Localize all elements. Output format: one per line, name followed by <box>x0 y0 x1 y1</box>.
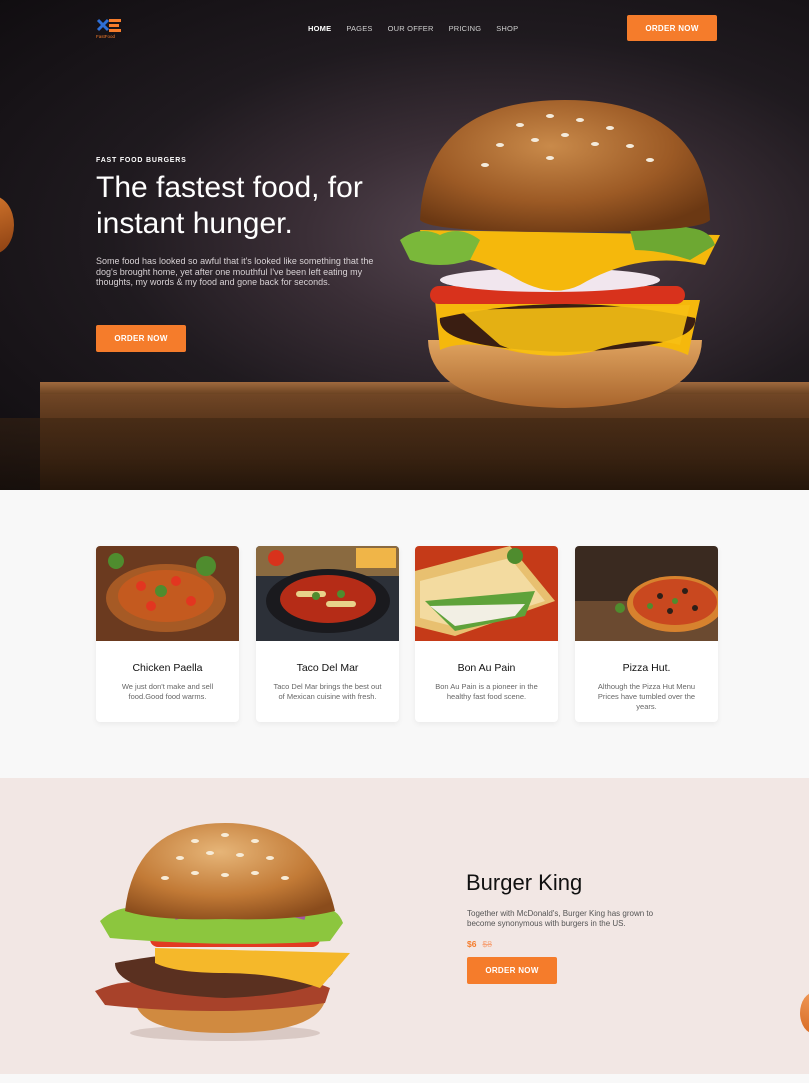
card-description: Taco Del Mar brings the best out of Mexi… <box>273 682 382 701</box>
svg-text:FastFood: FastFood <box>96 34 116 39</box>
card-description: Bon Au Pain is a pioneer in the healthy … <box>435 682 538 701</box>
bon-au-pain-image <box>415 546 558 641</box>
hero-kicker: FAST FOOD BURGERS <box>96 157 187 164</box>
brand-logo[interactable]: FastFood <box>96 17 126 39</box>
card-pizza-hut[interactable]: Pizza Hut. Although the Pizza Hut Menu P… <box>575 546 718 722</box>
hero-section: FastFood HOME PAGES OUR OFFER PRICING SH… <box>0 0 809 490</box>
hero-description: Some food has looked so awful that it's … <box>96 256 374 287</box>
table-surface <box>0 418 809 490</box>
taco-del-mar-image <box>256 546 399 641</box>
menu-cards-section: Chicken Paella We just don't make and se… <box>0 490 809 778</box>
main-nav: HOME PAGES OUR OFFER PRICING SHOP <box>308 24 533 33</box>
logo-icon: FastFood <box>96 18 121 39</box>
header-order-now-button[interactable]: ORDER NOW <box>627 15 717 41</box>
feature-order-now-button[interactable]: ORDER NOW <box>467 957 557 984</box>
card-taco-del-mar[interactable]: Taco Del Mar Taco Del Mar brings the bes… <box>256 546 399 722</box>
pizza-hut-image <box>575 546 718 641</box>
card-description: Although the Pizza Hut Menu Prices have … <box>597 682 696 711</box>
hero-order-now-button[interactable]: ORDER NOW <box>96 325 186 352</box>
burger-king-image <box>95 823 350 1041</box>
hero-burger-image <box>400 100 720 408</box>
nav-home[interactable]: HOME <box>308 24 331 33</box>
chicken-paella-image <box>96 546 239 641</box>
decorative-orange-shape <box>0 196 14 254</box>
featured-offer-section: Burger King Together with McDonald's, Bu… <box>0 778 809 1074</box>
nav-our-offer[interactable]: OUR OFFER <box>388 24 434 33</box>
old-price: $8 <box>482 939 492 949</box>
nav-shop[interactable]: SHOP <box>496 24 518 33</box>
card-bon-au-pain[interactable]: Bon Au Pain Bon Au Pain is a pioneer in … <box>415 546 558 722</box>
card-title: Pizza Hut. <box>622 662 671 674</box>
card-title: Chicken Paella <box>132 662 203 674</box>
decorative-orange-shape-right <box>800 992 809 1034</box>
nav-pages[interactable]: PAGES <box>346 24 372 33</box>
feature-description: Together with McDonald's, Burger King ha… <box>467 909 654 928</box>
card-title: Taco Del Mar <box>296 662 359 674</box>
feature-price: $6 $8 <box>467 939 492 949</box>
hero-title: The fastest food, for instant hunger. <box>96 171 363 240</box>
feature-title: Burger King <box>466 870 583 895</box>
card-chicken-paella[interactable]: Chicken Paella We just don't make and se… <box>96 546 239 722</box>
current-price: $6 <box>467 939 477 949</box>
nav-pricing[interactable]: PRICING <box>449 24 482 33</box>
card-title: Bon Au Pain <box>457 662 516 674</box>
card-description: We just don't make and sell food.Good fo… <box>121 682 214 701</box>
